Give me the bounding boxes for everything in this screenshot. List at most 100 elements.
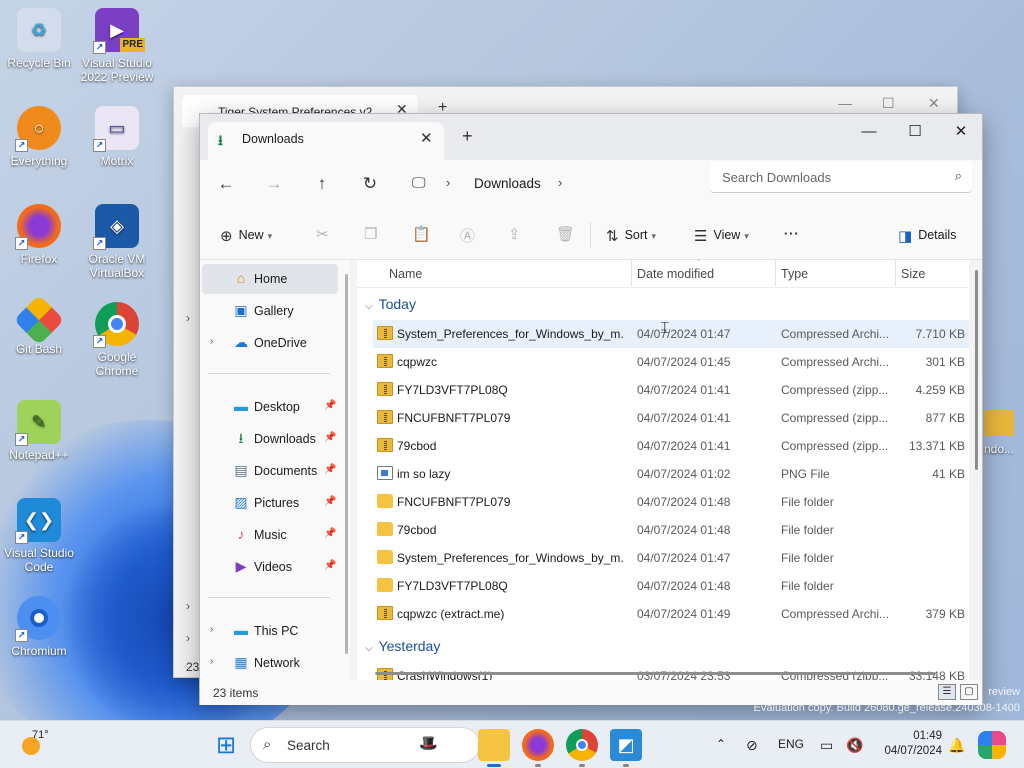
column-date-modified[interactable]: Date modified <box>637 267 714 281</box>
start-windows-icon[interactable]: ⊞ <box>210 729 242 761</box>
tab-downloads[interactable]: ⭳ Downloads ✕ <box>208 122 444 160</box>
back-arrow-icon[interactable]: ← <box>214 174 238 194</box>
column-divider[interactable] <box>775 260 776 286</box>
sidebar-scrollbar[interactable] <box>345 274 348 654</box>
new-tab-icon[interactable]: + <box>462 126 473 147</box>
minimize-button[interactable]: — <box>846 118 892 146</box>
sidebar-item-this-pc[interactable]: › ▬ This PC <box>202 616 338 646</box>
language-indicator[interactable]: ENG <box>778 737 804 751</box>
pin-icon[interactable]: 📌 <box>324 560 336 571</box>
details-view-icon[interactable]: ☰ <box>938 684 956 700</box>
sidebar-item-gallery[interactable]: ▣ Gallery <box>202 296 338 326</box>
sort-button[interactable]: ⇅ Sort ▾ <box>606 227 656 245</box>
file-row[interactable]: im so lazy 04/07/2024 01:02 PNG File 41 … <box>373 460 969 488</box>
group-header-yesterday[interactable]: ⌵ Yesterday <box>365 638 440 654</box>
sidebar-item-onedrive[interactable]: › ☁ OneDrive <box>202 328 338 358</box>
desktop-icon-vscode[interactable]: ❮❯ ↗ Visual Studio Code <box>2 498 76 574</box>
chevron-right-icon[interactable]: › <box>210 624 213 635</box>
share-icon[interactable]: ⇪ <box>508 225 521 243</box>
search-box[interactable]: Search Downloads ⌕ <box>710 161 972 193</box>
delete-icon[interactable]: 🗑 <box>556 225 575 243</box>
desktop-icon-chromium[interactable]: ↗ Chromium <box>2 596 76 658</box>
chevron-right-icon[interactable]: › <box>446 175 450 190</box>
file-explorer-window[interactable]: ⭳ Downloads ✕ + — ☐ ✕ ← → ↑ ↻ 🖵 › Downlo… <box>199 113 983 705</box>
chevron-right-icon[interactable]: › <box>210 336 213 347</box>
network-off-icon[interactable]: ⊘ <box>746 737 758 754</box>
file-row[interactable]: FNCUFBNFT7PL079 04/07/2024 01:41 Compres… <box>373 404 969 432</box>
desktop-icon-notepad-plus-plus[interactable]: ✎ ↗ Notepad++ <box>2 400 76 462</box>
file-row[interactable]: 79cbod 04/07/2024 01:48 File folder <box>373 516 969 544</box>
forward-arrow-icon[interactable]: → <box>262 174 286 194</box>
desktop-icon-recycle-bin[interactable]: ♻ Recycle Bin <box>2 8 76 70</box>
rename-icon[interactable]: Ⓐ <box>460 225 475 246</box>
file-explorer-taskbar-icon[interactable] <box>478 729 510 761</box>
pin-icon[interactable]: 📌 <box>324 400 336 411</box>
pin-icon[interactable]: 📌 <box>324 432 336 443</box>
sidebar-item-home[interactable]: ⌂ Home <box>202 264 338 294</box>
chrome-taskbar-icon[interactable] <box>566 729 598 761</box>
desktop-icon-google-chrome[interactable]: ↗ Google Chrome <box>80 302 154 378</box>
file-list-horizontal-scrollbar[interactable] <box>375 672 935 675</box>
title-bar[interactable]: ⭳ Downloads ✕ + — ☐ ✕ <box>200 114 982 160</box>
pin-icon[interactable]: 📌 <box>324 496 336 507</box>
column-type[interactable]: Type <box>781 267 808 281</box>
desktop-icon-visual-studio-preview[interactable]: ▶ ↗ PRE Visual Studio 2022 Preview <box>80 8 154 84</box>
app-taskbar-icon[interactable]: ◩ <box>610 729 642 761</box>
chevron-right-icon[interactable]: › <box>210 656 213 667</box>
chevron-right-icon[interactable]: › <box>186 631 190 645</box>
details-button[interactable]: ◨ Details <box>898 227 956 245</box>
chevron-right-icon[interactable]: › <box>558 175 562 190</box>
chevron-right-icon[interactable]: › <box>186 599 190 613</box>
taskbar-search[interactable]: ⌕ Search 🎩 <box>250 727 480 763</box>
firefox-taskbar-icon[interactable] <box>522 729 554 761</box>
sidebar-item-pictures[interactable]: ▨ Pictures 📌 <box>202 488 338 518</box>
copilot-icon[interactable] <box>978 731 1006 759</box>
close-window-icon[interactable]: ✕ <box>928 95 940 112</box>
large-icons-view-icon[interactable]: ▢ <box>960 684 978 700</box>
sidebar-item-documents[interactable]: ▤ Documents 📌 <box>202 456 338 486</box>
group-header-today[interactable]: ⌵ Today <box>365 296 416 312</box>
close-tab-icon[interactable]: ✕ <box>420 129 433 147</box>
sidebar-item-videos[interactable]: ▶ Videos 📌 <box>202 552 338 582</box>
chevron-up-icon[interactable]: ⌃ <box>716 737 726 751</box>
up-arrow-icon[interactable]: ↑ <box>310 174 334 194</box>
file-row[interactable]: CrashWindows(1) 03/07/2024 23:53 Compres… <box>373 662 969 680</box>
sidebar-item-downloads[interactable]: ⭳ Downloads 📌 <box>202 424 338 454</box>
display-icon[interactable]: ▭ <box>820 737 833 754</box>
file-row[interactable]: FNCUFBNFT7PL079 04/07/2024 01:48 File fo… <box>373 488 969 516</box>
desktop-icon-virtualbox[interactable]: ◈ ↗ Oracle VM VirtualBox <box>80 204 154 280</box>
sidebar-item-network[interactable]: › ▦ Network <box>202 648 338 678</box>
minimize-icon[interactable]: — <box>838 95 852 111</box>
file-row[interactable]: 79cbod 04/07/2024 01:41 Compressed (zipp… <box>373 432 969 460</box>
chevron-down-icon[interactable]: ⌵ <box>365 643 373 654</box>
cut-icon[interactable]: ✂ <box>316 225 329 243</box>
view-button[interactable]: ☰ View ▾ <box>694 227 749 245</box>
sidebar-item-music[interactable]: ♪ Music 📌 <box>202 520 338 550</box>
sidebar-item-desktop[interactable]: ▬ Desktop 📌 <box>202 392 338 422</box>
desktop-icon-git-bash[interactable]: Git Bash <box>2 294 76 356</box>
column-divider[interactable] <box>895 260 896 286</box>
volume-muted-icon[interactable]: 🔇 <box>846 737 863 754</box>
desktop-icon-everything[interactable]: ○ ↗ Everything <box>2 106 76 168</box>
address-bar[interactable]: 🖵 › Downloads › <box>404 167 702 199</box>
more-options-button[interactable]: ··· <box>784 227 800 241</box>
column-size[interactable]: Size <box>901 267 925 281</box>
maximize-button[interactable]: ☐ <box>892 118 938 146</box>
close-button[interactable]: ✕ <box>938 118 984 146</box>
file-list-vertical-scrollbar[interactable] <box>975 270 978 470</box>
paste-icon[interactable]: 📋 <box>412 225 431 243</box>
new-button[interactable]: ⊕ New ▾ <box>220 227 272 245</box>
file-row[interactable]: cqpwzc (extract.me) 04/07/2024 01:49 Com… <box>373 600 969 628</box>
refresh-icon[interactable]: ↻ <box>358 174 382 194</box>
copy-icon[interactable]: ❐ <box>364 225 377 243</box>
pin-icon[interactable]: 📌 <box>324 464 336 475</box>
maximize-icon[interactable]: ☐ <box>882 95 895 112</box>
chevron-down-icon[interactable]: ⌵ <box>365 301 373 312</box>
file-row[interactable]: System_Preferences_for_Windows_by_m... 0… <box>373 544 969 572</box>
desktop-icon-motrix[interactable]: ▭ ↗ Motrix <box>80 106 154 168</box>
chevron-right-icon[interactable]: › <box>186 311 190 325</box>
file-row[interactable]: FY7LD3VFT7PL08Q 04/07/2024 01:41 Compres… <box>373 376 969 404</box>
system-clock[interactable]: 01:49 04/07/2024 <box>878 729 942 759</box>
file-row[interactable]: FY7LD3VFT7PL08Q 04/07/2024 01:48 File fo… <box>373 572 969 600</box>
desktop-icon-firefox[interactable]: ↗ Firefox <box>2 204 76 266</box>
